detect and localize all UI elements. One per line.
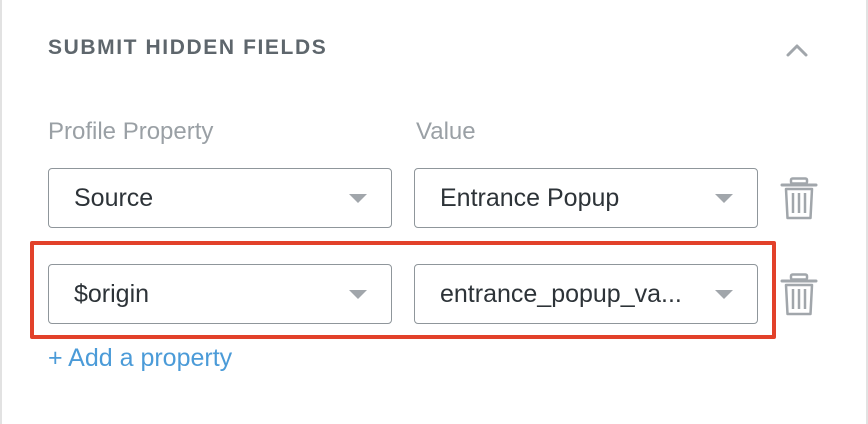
trash-icon	[780, 177, 818, 220]
collapse-button[interactable]	[782, 36, 812, 64]
section-title: SUBMIT HIDDEN FIELDS	[48, 36, 328, 59]
row-1-value-select[interactable]: Entrance Popup	[414, 168, 758, 228]
trash-icon	[780, 273, 818, 316]
chevron-up-icon	[786, 44, 808, 57]
chevron-down-icon	[349, 194, 367, 203]
row-1-delete-button[interactable]	[780, 177, 818, 221]
row-1-property-value: Source	[74, 183, 154, 212]
highlight-annotation-box	[30, 241, 776, 339]
value-column-label: Value	[416, 118, 476, 145]
row-1-property-select[interactable]: Source	[48, 168, 392, 228]
profile-property-column-label: Profile Property	[48, 118, 214, 145]
chevron-down-icon	[715, 194, 733, 203]
hidden-fields-panel: SUBMIT HIDDEN FIELDS Profile Property Va…	[0, 0, 868, 424]
panel-left-border	[0, 0, 2, 424]
add-property-link[interactable]: + Add a property	[48, 344, 232, 373]
row-2-delete-button[interactable]	[780, 273, 818, 317]
row-1-value-text: Entrance Popup	[440, 183, 620, 212]
